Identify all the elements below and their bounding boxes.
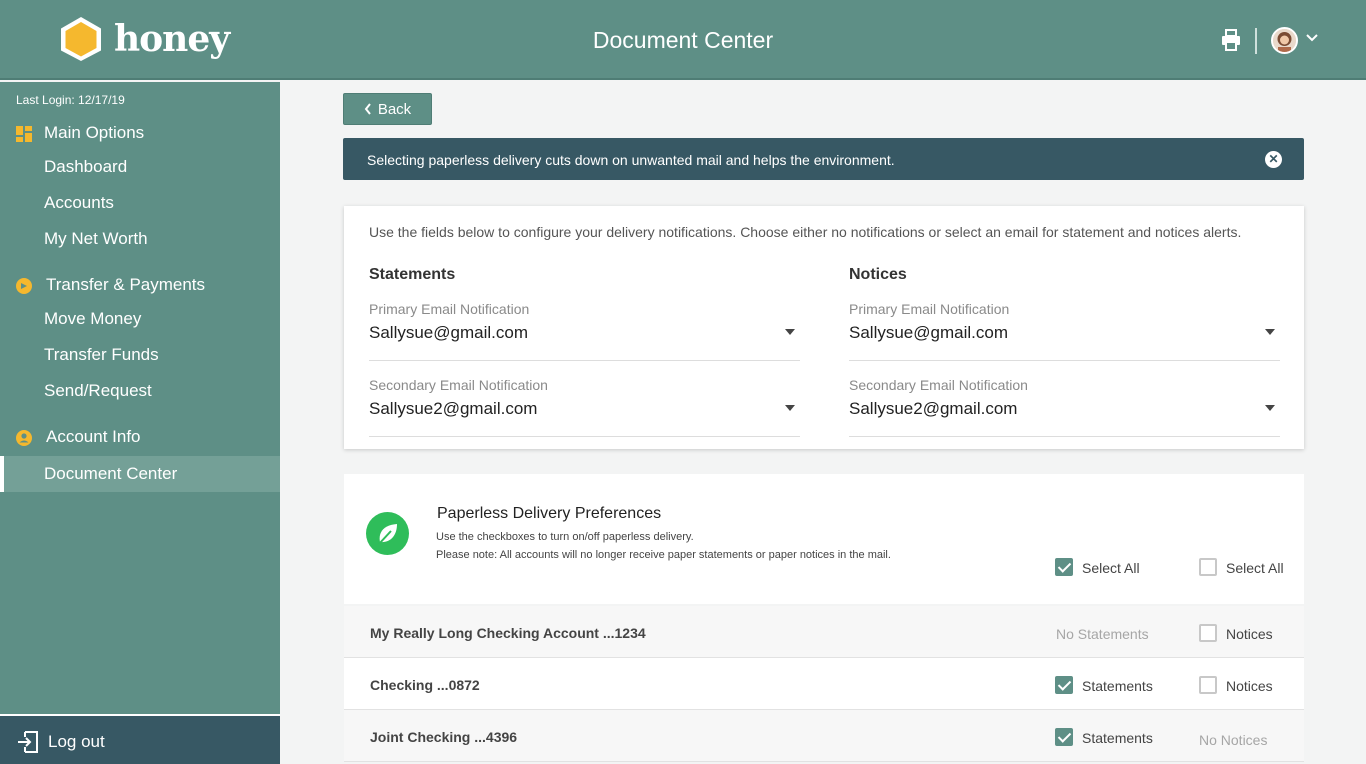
statements-label: Statements — [1082, 730, 1153, 746]
statements-checkbox[interactable] — [1055, 728, 1073, 746]
sidebar: Last Login: 12/17/19 Main Options Dashbo… — [0, 82, 280, 764]
sidebar-section-label: Main Options — [44, 123, 145, 142]
user-circle-icon — [16, 430, 32, 446]
logout-label: Log out — [48, 732, 105, 751]
arrow-circle-icon — [16, 278, 32, 294]
back-label: Back — [377, 100, 412, 118]
caret-down-icon — [785, 329, 795, 335]
account-name: My Really Long Checking Account ...1234 — [370, 625, 646, 641]
account-name: Checking ...0872 — [370, 677, 480, 693]
select-all-notices-label: Select All — [1226, 560, 1284, 576]
caret-down-icon — [785, 405, 795, 411]
sidebar-section-label: Transfer & Payments — [46, 275, 206, 294]
chevron-left-icon — [364, 103, 371, 115]
table-row: Joint Checking ...4396 Statements No Not… — [344, 710, 1304, 762]
statements-label: Statements — [1082, 678, 1153, 694]
notices-title: Notices — [849, 266, 907, 283]
preferences-title: Paperless Delivery Preferences — [437, 505, 662, 522]
profile-photo-icon — [1273, 29, 1296, 52]
notification-config-card: Use the fields below to configure your d… — [344, 206, 1304, 449]
chevron-down-icon[interactable] — [1305, 33, 1319, 43]
sidebar-item-dashboard[interactable]: Dashboard — [0, 149, 280, 185]
leaf-icon — [366, 512, 409, 555]
top-header: honey Document Center — [0, 0, 1366, 80]
notices-secondary-email-select[interactable]: Secondary Email Notification Sallysue2@g… — [849, 377, 1280, 437]
header-divider — [1255, 28, 1257, 54]
no-notices-text: No Notices — [1199, 732, 1268, 748]
preferences-note: Please note: All accounts will no longer… — [436, 549, 891, 561]
sidebar-item-send-request[interactable]: Send/Request — [0, 373, 280, 409]
sidebar-item-document-center[interactable]: Document Center — [0, 456, 280, 492]
table-row: Checking ...0872 Statements Notices — [344, 658, 1304, 710]
sidebar-section-label: Account Info — [46, 427, 141, 446]
notices-primary-email-select[interactable]: Primary Email Notification Sallysue@gmai… — [849, 301, 1280, 361]
notices-checkbox[interactable] — [1199, 624, 1217, 642]
select-all-statements-label: Select All — [1082, 560, 1140, 576]
config-intro: Use the fields below to configure your d… — [369, 224, 1242, 240]
notices-label: Notices — [1226, 678, 1273, 694]
field-value: Sallysue@gmail.com — [369, 323, 528, 342]
sidebar-section-account-info: Account Info — [0, 422, 280, 452]
sidebar-section-transfer-payments: Transfer & Payments — [0, 270, 280, 300]
field-label: Primary Email Notification — [369, 301, 530, 317]
field-value: Sallysue2@gmail.com — [849, 399, 1018, 418]
notices-label: Notices — [1226, 626, 1273, 642]
statements-primary-email-select[interactable]: Primary Email Notification Sallysue@gmai… — [369, 301, 800, 361]
field-label: Secondary Email Notification — [849, 377, 1028, 393]
account-name: Joint Checking ...4396 — [370, 729, 518, 745]
table-row: My Really Long Checking Account ...1234 … — [344, 606, 1304, 658]
select-all-notices-checkbox[interactable] — [1199, 558, 1217, 576]
page-title: Document Center — [592, 27, 774, 53]
no-statements-text: No Statements — [1056, 626, 1149, 642]
statements-secondary-email-select[interactable]: Secondary Email Notification Sallysue2@g… — [369, 377, 800, 437]
avatar[interactable] — [1271, 27, 1298, 54]
logout-icon — [18, 731, 38, 753]
notices-checkbox[interactable] — [1199, 676, 1217, 694]
banner-text: Selecting paperless delivery cuts down o… — [367, 152, 895, 168]
field-label: Secondary Email Notification — [369, 377, 548, 393]
caret-down-icon — [1265, 329, 1275, 335]
field-value: Sallysue2@gmail.com — [369, 399, 538, 418]
info-banner: Selecting paperless delivery cuts down o… — [343, 138, 1304, 180]
field-label: Primary Email Notification — [849, 301, 1010, 317]
paperless-preferences-header: Paperless Delivery Preferences Use the c… — [344, 474, 1304, 604]
back-button[interactable]: Back — [343, 93, 432, 125]
statements-title: Statements — [369, 266, 456, 283]
preferences-description: Use the checkboxes to turn on/off paperl… — [436, 531, 694, 543]
last-login: Last Login: 12/17/19 — [16, 93, 125, 107]
caret-down-icon — [1265, 405, 1275, 411]
sidebar-item-my-net-worth[interactable]: My Net Worth — [0, 221, 280, 257]
select-all-statements-checkbox[interactable] — [1055, 558, 1073, 576]
sidebar-section-main-options: Main Options — [0, 118, 280, 148]
statements-checkbox[interactable] — [1055, 676, 1073, 694]
grid-icon — [16, 126, 32, 142]
field-value: Sallysue@gmail.com — [849, 323, 1008, 342]
sidebar-item-move-money[interactable]: Move Money — [0, 301, 280, 337]
sidebar-item-transfer-funds[interactable]: Transfer Funds — [0, 337, 280, 373]
sidebar-item-accounts[interactable]: Accounts — [0, 185, 280, 221]
close-icon[interactable]: ✕ — [1265, 151, 1282, 168]
logout-button[interactable]: Log out — [0, 714, 280, 764]
printer-icon[interactable] — [1221, 29, 1241, 51]
